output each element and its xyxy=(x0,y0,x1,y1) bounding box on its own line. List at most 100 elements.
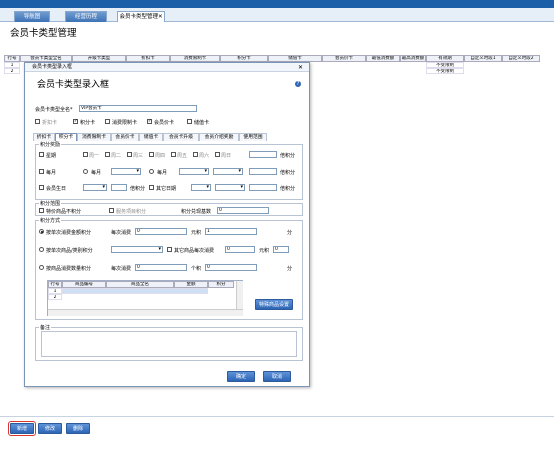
tab-discount[interactable]: 折扣卡 xyxy=(33,133,55,141)
month-day-select[interactable] xyxy=(111,168,141,175)
birthday-multiplier-input[interactable] xyxy=(111,184,127,191)
other-date-multiplier-input[interactable] xyxy=(249,184,277,191)
ok-button[interactable]: 确定 xyxy=(227,371,255,382)
weekday-checkbox[interactable] xyxy=(83,152,88,157)
birthday-select[interactable] xyxy=(83,184,107,191)
discount-card-checkbox[interactable] xyxy=(35,119,40,124)
weekday-label: 周日 xyxy=(221,153,232,159)
every-amount-input[interactable]: 0 xyxy=(135,228,187,235)
monthly-checkbox[interactable] xyxy=(39,169,44,174)
tab-business-history[interactable]: 经营历程 xyxy=(65,11,107,22)
stored-value-checkbox[interactable] xyxy=(187,119,192,124)
other-goods-checkbox[interactable] xyxy=(167,247,172,252)
col-header[interactable]: 最高消费额 xyxy=(400,55,426,62)
help-icon[interactable]: ? xyxy=(295,81,301,87)
checkbox-label: 储值卡 xyxy=(194,120,210,126)
remark-textarea[interactable] xyxy=(41,331,297,357)
checkbox-label: 消费限制卡 xyxy=(112,120,138,126)
by-goods-radio[interactable] xyxy=(39,247,44,252)
table-row[interactable] xyxy=(62,288,208,294)
card-name-input[interactable]: VIP会员卡 xyxy=(79,105,197,112)
other-goods-amount-input[interactable]: 0 xyxy=(225,246,255,253)
base-input[interactable]: 0 xyxy=(217,207,269,214)
tab-member-price[interactable]: 会员价卡 xyxy=(111,133,139,141)
col-header[interactable]: 自定义时段1 xyxy=(464,55,502,62)
validity-cell[interactable]: 不受限制 xyxy=(426,68,464,74)
tab-upgrade[interactable]: 会员卡升级 xyxy=(163,133,199,141)
other-date-checkbox[interactable] xyxy=(149,185,154,190)
every-quantity-input[interactable]: 0 xyxy=(135,264,187,271)
tab-stored-value[interactable]: 储值卡 xyxy=(139,133,163,141)
monthly-multiplier-input[interactable] xyxy=(249,168,277,175)
col-header[interactable]: 商品全名 xyxy=(106,281,174,288)
member-price-checkbox[interactable]: ✓ xyxy=(147,119,152,124)
points-card-checkbox[interactable]: ✓ xyxy=(73,119,78,124)
weekly-multiplier-input[interactable] xyxy=(249,151,277,158)
other-goods-points-input[interactable]: 0 xyxy=(273,246,289,253)
tab-referral[interactable]: 会员介绍奖励 xyxy=(199,133,239,141)
special-goods-checkbox[interactable] xyxy=(39,208,44,213)
weekly-checkbox[interactable] xyxy=(39,152,44,157)
horizontal-scrollbar[interactable] xyxy=(48,309,243,316)
col-header[interactable]: 会员卡类型全名 xyxy=(20,55,72,62)
tab-label: 会员卡类型管理 xyxy=(119,14,158,20)
tab-points[interactable]: 积分卡 xyxy=(55,133,77,141)
points-input[interactable]: 1 xyxy=(205,228,257,235)
top-bar xyxy=(0,0,554,8)
tab-member-card-type[interactable]: 会员卡类型管理✕ xyxy=(117,11,165,22)
other-date-select[interactable] xyxy=(215,184,245,191)
quantity-points-input[interactable]: 0 xyxy=(205,264,257,271)
by-quantity-radio[interactable] xyxy=(39,265,44,270)
weekday-label: 周五 xyxy=(177,153,188,159)
col-header[interactable]: 折扣卡 xyxy=(126,55,170,62)
col-header[interactable]: 升级卡类型 xyxy=(72,55,126,62)
month-week-select[interactable] xyxy=(179,168,209,175)
checkbox-label: 会员价卡 xyxy=(154,120,175,126)
service-points-checkbox[interactable] xyxy=(109,208,114,213)
weekday-checkbox[interactable] xyxy=(105,152,110,157)
each-month-radio[interactable] xyxy=(83,169,88,174)
goods-category-select[interactable] xyxy=(111,246,163,253)
each-month-radio[interactable] xyxy=(149,169,154,174)
month-weekday-select[interactable] xyxy=(213,168,243,175)
col-header[interactable]: 最低消费额 xyxy=(366,55,400,62)
col-header[interactable]: 积分卡 xyxy=(220,55,268,62)
birthday-checkbox[interactable] xyxy=(39,185,44,190)
group-title: 积分奖励 xyxy=(39,141,62,148)
vertical-scrollbar[interactable] xyxy=(236,281,243,309)
col-header[interactable]: 商品编号 xyxy=(62,281,106,288)
dialog-titlebar[interactable]: 会员卡类型录入框 xyxy=(25,63,309,72)
weekday-checkbox[interactable] xyxy=(215,152,220,157)
row-number[interactable]: 2 xyxy=(48,294,62,300)
row-number[interactable]: 2 xyxy=(4,68,20,74)
unit-label: 元积 xyxy=(191,230,202,236)
tab-scope[interactable]: 使用范围 xyxy=(239,133,267,141)
every-label: 每次消费 xyxy=(111,230,132,236)
cancel-button[interactable]: 取消 xyxy=(263,371,291,382)
col-header[interactable]: 积分 xyxy=(208,281,234,288)
col-header[interactable]: 行号 xyxy=(48,281,62,288)
other-date-select[interactable] xyxy=(191,184,211,191)
add-button[interactable]: 新增 xyxy=(8,421,36,436)
delete-button[interactable]: 删除 xyxy=(66,423,90,434)
edit-button[interactable]: 修改 xyxy=(38,423,62,434)
unit-label: 分 xyxy=(287,230,293,236)
close-icon[interactable]: ✕ xyxy=(298,64,303,71)
tab-nav-map[interactable]: 导航图 xyxy=(14,11,50,22)
col-header[interactable]: 有效期 xyxy=(426,55,464,62)
by-amount-radio[interactable] xyxy=(39,229,44,234)
close-icon[interactable]: ✕ xyxy=(158,14,163,20)
special-goods-button[interactable]: 特殊商品设置 xyxy=(255,299,293,310)
col-header[interactable]: 自定义时段2 xyxy=(502,55,540,62)
col-header[interactable]: 消费限制卡 xyxy=(170,55,220,62)
col-header[interactable]: 金额 xyxy=(174,281,208,288)
col-header[interactable]: 会员价卡 xyxy=(322,55,366,62)
weekday-checkbox[interactable] xyxy=(149,152,154,157)
col-header[interactable]: 行号 xyxy=(4,55,20,62)
weekday-checkbox[interactable] xyxy=(171,152,176,157)
col-header[interactable]: 储值卡 xyxy=(268,55,322,62)
tab-limit[interactable]: 消费限制卡 xyxy=(77,133,111,141)
weekday-checkbox[interactable] xyxy=(193,152,198,157)
limit-card-checkbox[interactable] xyxy=(105,119,110,124)
weekday-checkbox[interactable] xyxy=(127,152,132,157)
